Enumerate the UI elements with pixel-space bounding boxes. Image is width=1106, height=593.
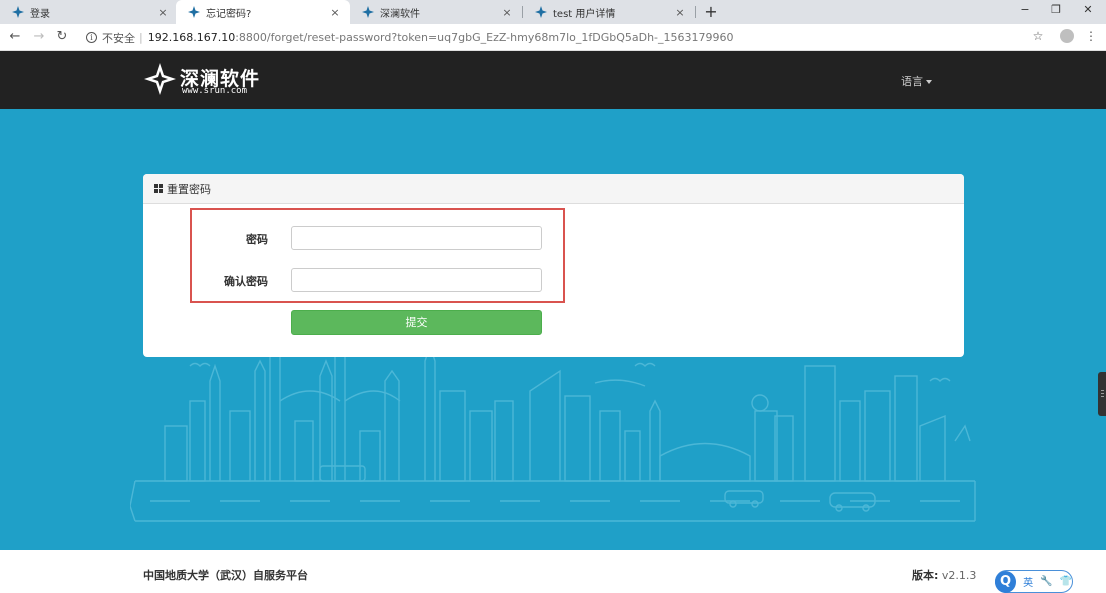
- main-area: 重置密码 密码 确认密码 提交: [0, 109, 1106, 550]
- ime-logo-icon[interactable]: Q: [995, 570, 1017, 593]
- security-status[interactable]: 不安全: [102, 30, 135, 46]
- ime-wrench-icon[interactable]: 🔧: [1040, 576, 1052, 587]
- th-large-icon: [154, 184, 163, 193]
- logo-url: www.srun.com: [182, 86, 248, 96]
- bookmark-star-icon[interactable]: ☆: [1030, 29, 1046, 43]
- tab-label: 登录: [30, 8, 50, 20]
- confirm-password-input[interactable]: [291, 268, 542, 292]
- tab-srun-software[interactable]: 深澜软件 ×: [350, 0, 522, 24]
- tab-forgot-password[interactable]: 忘记密码? ×: [176, 0, 350, 24]
- srun-favicon-icon: [12, 6, 24, 18]
- forward-button[interactable]: →: [32, 29, 46, 45]
- tab-close-icon[interactable]: ×: [328, 6, 342, 19]
- caret-down-icon: [926, 80, 932, 84]
- password-input[interactable]: [291, 226, 542, 250]
- ime-mode-toggle[interactable]: 英: [1023, 574, 1033, 589]
- confirm-password-label: 确认密码: [224, 275, 268, 288]
- reset-password-panel: 重置密码 密码 确认密码 提交: [143, 174, 964, 357]
- back-button[interactable]: ←: [8, 29, 22, 45]
- language-label: 语言: [901, 75, 923, 88]
- tab-user-details[interactable]: test 用户详情 ×: [523, 0, 695, 24]
- page-footer: 中国地质大学（武汉）自服务平台 版本: v2.1.3 Q 英 🔧 👕: [0, 550, 1106, 593]
- ime-toolbar[interactable]: Q 英 🔧 👕: [995, 570, 1073, 593]
- url-bar[interactable]: i 不安全 | 192.168.167.10:8800/forget/reset…: [78, 27, 1058, 48]
- submit-button[interactable]: 提交: [291, 310, 542, 335]
- version-value: v2.1.3: [941, 569, 977, 582]
- address-toolbar: ← → ↻ i 不安全 | 192.168.167.10:8800/forget…: [0, 24, 1106, 51]
- password-row: 密码: [193, 226, 543, 250]
- version-label: 版本:: [912, 569, 939, 582]
- tab-login[interactable]: 登录 ×: [0, 0, 178, 24]
- tab-label: 忘记密码?: [206, 8, 252, 20]
- url-path: :8800/forget/reset-password?token=uq7gbG…: [235, 31, 734, 44]
- profile-avatar-icon[interactable]: [1060, 29, 1074, 43]
- tab-close-icon[interactable]: ×: [673, 6, 687, 19]
- panel-heading: 重置密码: [143, 174, 964, 204]
- browser-tab-bar: 登录 × 忘记密码? × 深澜软件 × test 用户详情 × + − ❐ ✕: [0, 0, 1106, 24]
- close-window-button[interactable]: ✕: [1079, 3, 1097, 16]
- password-label: 密码: [246, 233, 268, 246]
- srun-logo[interactable]: 深澜软件 www.srun.com: [143, 62, 273, 100]
- ime-skin-icon[interactable]: 👕: [1060, 576, 1072, 587]
- srun-favicon-icon: [535, 6, 547, 18]
- info-icon[interactable]: i: [86, 32, 97, 43]
- version-info: 版本: v2.1.3: [912, 567, 976, 583]
- confirm-password-row: 确认密码: [193, 268, 543, 292]
- tab-label: test 用户详情: [553, 8, 616, 20]
- url-separator: |: [139, 31, 143, 44]
- side-drawer-handle[interactable]: [1098, 372, 1106, 416]
- city-skyline-illustration: [130, 341, 976, 522]
- srun-logo-icon: [144, 63, 176, 95]
- organization-name: 中国地质大学（武汉）自服务平台: [143, 569, 308, 582]
- menu-dots-icon[interactable]: ⋮: [1083, 29, 1099, 43]
- new-tab-button[interactable]: +: [703, 2, 719, 22]
- srun-favicon-icon: [188, 6, 200, 18]
- tab-divider: [695, 6, 696, 18]
- tab-close-icon[interactable]: ×: [500, 6, 514, 19]
- restore-button[interactable]: ❐: [1047, 3, 1065, 16]
- reload-button[interactable]: ↻: [55, 29, 69, 45]
- minimize-button[interactable]: −: [1016, 3, 1034, 16]
- language-dropdown[interactable]: 语言: [901, 73, 932, 89]
- url-host: 192.168.167.10: [147, 31, 236, 44]
- panel-title: 重置密码: [167, 182, 211, 196]
- site-header: 深澜软件 www.srun.com 语言: [0, 51, 1106, 109]
- tab-label: 深澜软件: [380, 8, 420, 20]
- srun-favicon-icon: [362, 6, 374, 18]
- tab-close-icon[interactable]: ×: [156, 6, 170, 19]
